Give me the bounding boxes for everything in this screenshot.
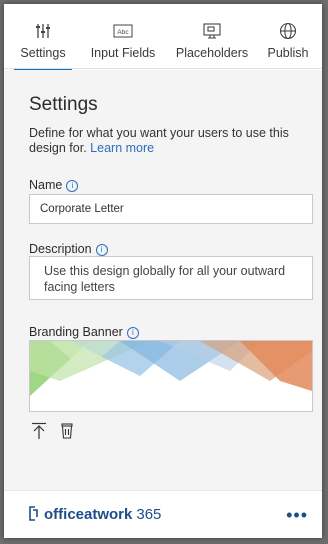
description-label-text: Description — [29, 242, 92, 256]
branding-banner-image[interactable] — [29, 340, 313, 412]
info-icon[interactable]: i — [66, 180, 79, 192]
tab-settings[interactable]: Settings — [14, 22, 72, 70]
more-options-button[interactable]: ••• — [286, 505, 308, 526]
placeholder-icon — [203, 23, 221, 39]
settings-content: Settings Define for what you want your u… — [4, 70, 322, 490]
branding-banner-label-text: Branding Banner — [29, 325, 123, 339]
tab-input-fields-label: Input Fields — [90, 46, 156, 60]
tab-bar: Settings Abc Input Fields Placeholders P… — [4, 4, 322, 70]
tab-divider — [4, 68, 322, 69]
sliders-icon — [36, 24, 50, 38]
branding-banner-label: Branding Banner i — [29, 325, 139, 339]
tab-placeholders-label: Placeholders — [175, 46, 249, 60]
banner-graphic — [30, 341, 312, 396]
brand-suffix: 365 — [136, 506, 162, 523]
logo-bracket-icon — [29, 506, 38, 521]
brand-name: officeatwork — [44, 506, 133, 523]
description-label: Description i — [29, 242, 108, 256]
tab-settings-label: Settings — [20, 46, 66, 60]
officeatwork-logo: officeatwork 365 — [28, 506, 161, 523]
name-field[interactable] — [29, 194, 313, 224]
name-label: Name i — [29, 178, 79, 192]
delete-icon[interactable] — [59, 422, 75, 440]
settings-description: Define for what you want your users to u… — [29, 126, 309, 156]
learn-more-link[interactable]: Learn more — [90, 141, 154, 155]
name-label-text: Name — [29, 178, 63, 192]
banner-actions — [29, 422, 89, 442]
tab-publish-label: Publish — [267, 46, 309, 60]
info-icon[interactable]: i — [95, 244, 108, 256]
page-title: Settings — [29, 94, 98, 115]
description-field[interactable]: Use this design globally for all your ou… — [29, 256, 313, 300]
tab-publish[interactable]: Publish — [262, 22, 314, 68]
globe-icon — [279, 22, 297, 40]
upload-icon[interactable] — [31, 422, 47, 440]
settings-description-text: Define for what you want your users to u… — [29, 126, 289, 155]
info-icon[interactable]: i — [126, 327, 139, 339]
abc-field-icon: Abc — [113, 24, 133, 38]
abc-field-icon-text: Abc — [117, 29, 129, 36]
tab-placeholders[interactable]: Placeholders — [172, 22, 252, 68]
settings-panel: Settings Abc Input Fields Placeholders P… — [4, 4, 322, 538]
footer: officeatwork 365 ••• — [4, 490, 322, 538]
tab-input-fields[interactable]: Abc Input Fields — [88, 22, 158, 68]
